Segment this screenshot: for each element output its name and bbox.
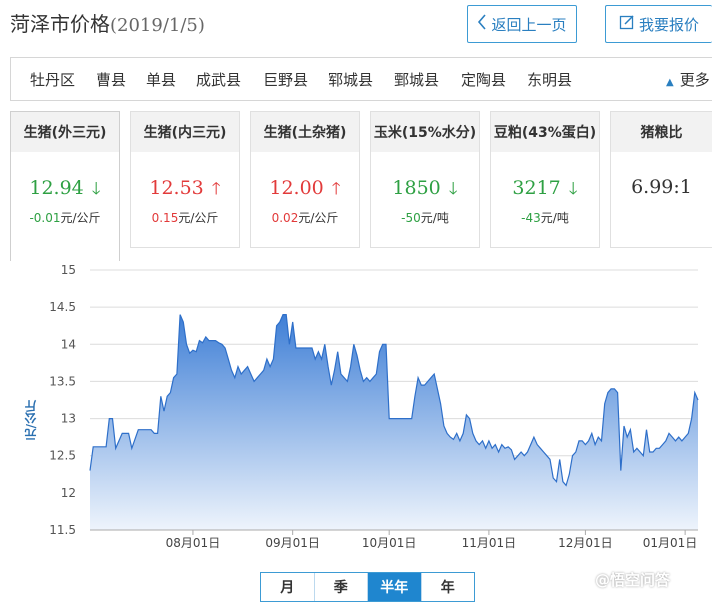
- card-title: 豆粕(43%蛋白): [491, 112, 599, 152]
- card-value: 3217 🡓: [491, 176, 599, 205]
- card-title: 生猪(内三元): [131, 112, 239, 152]
- region-item[interactable]: 鄄城县: [394, 69, 439, 90]
- card-value: 12.00 🡑: [251, 176, 359, 205]
- y-tick-label: 12: [61, 486, 76, 500]
- edit-icon: [619, 14, 635, 34]
- x-tick-label: 08月01日: [166, 536, 221, 550]
- price-area-fill: [90, 314, 698, 530]
- card-title: 生猪(土杂猪): [251, 112, 359, 152]
- triangle-up-icon: ▲: [666, 77, 674, 88]
- card-unit: 元/吨: [420, 211, 449, 225]
- watermark: @悟空问答: [595, 571, 671, 589]
- card-unit: 元/吨: [540, 211, 569, 225]
- card-change-value: -50: [401, 211, 421, 225]
- x-tick-label: 09月01日: [265, 536, 320, 550]
- card-title: 玉米(15%水分): [371, 112, 479, 152]
- page-title: 菏泽市价格(2019/1/5): [10, 8, 205, 37]
- price-card[interactable]: 玉米(15%水分) 1850 🡓 -50元/吨: [370, 111, 480, 248]
- card-value: 6.99:1: [611, 176, 712, 198]
- card-change: 0.02元/公斤: [251, 209, 359, 226]
- card-title: 猪粮比: [611, 112, 712, 152]
- tab-month[interactable]: 月: [261, 573, 315, 601]
- arrow-up-icon: 🡑: [331, 179, 341, 199]
- more-regions-button[interactable]: ▲ 更多: [666, 69, 710, 90]
- price-chart: 15 14.5 14 13.5 13 12.5 12 11.5 08月01日 09月01日 10月0…: [10, 261, 712, 605]
- report-button-label: 我要报价: [638, 15, 699, 34]
- x-tick-label: 01月01日: [643, 536, 698, 550]
- card-change: -50元/吨: [371, 209, 479, 226]
- y-tick-label: 13.5: [49, 374, 76, 388]
- region-item[interactable]: 曹县: [96, 69, 126, 90]
- city-title: 菏泽市价格: [10, 12, 110, 36]
- card-change-value: -43: [521, 211, 541, 225]
- x-tick-label: 12月01日: [558, 536, 613, 550]
- card-unit: 元/公斤: [60, 211, 101, 225]
- more-label: 更多: [679, 71, 710, 89]
- card-value-text: 12.53: [149, 177, 204, 199]
- region-item[interactable]: 定陶县: [461, 69, 506, 90]
- tab-quarter[interactable]: 季: [315, 573, 368, 601]
- price-card[interactable]: 猪粮比 6.99:1: [610, 111, 712, 248]
- card-value-text: 12.94: [29, 177, 84, 199]
- price-date: (2019/1/5): [110, 15, 205, 36]
- arrow-down-icon: 🡓: [568, 179, 578, 199]
- card-change-value: -0.01: [29, 211, 61, 225]
- arrow-up-icon: 🡑: [211, 179, 221, 199]
- card-value: 1850 🡓: [371, 176, 479, 205]
- y-tick-label: 12.5: [49, 449, 76, 463]
- card-unit: 元/公斤: [298, 211, 339, 225]
- y-tick-label: 13: [61, 412, 76, 426]
- card-change: 0.15元/公斤: [131, 209, 239, 226]
- price-card[interactable]: 生猪(土杂猪) 12.00 🡑 0.02元/公斤: [250, 111, 360, 248]
- chevron-left-icon: [477, 14, 487, 34]
- card-value: 12.94 🡓: [11, 176, 119, 205]
- region-item[interactable]: 牡丹区: [30, 69, 75, 90]
- y-tick-label: 15: [61, 263, 76, 277]
- arrow-down-icon: 🡓: [448, 179, 458, 199]
- card-value-text: 12.00: [269, 177, 324, 199]
- region-item[interactable]: 成武县: [196, 69, 241, 90]
- price-card[interactable]: 生猪(内三元) 12.53 🡑 0.15元/公斤: [130, 111, 240, 248]
- card-value-text: 3217: [512, 177, 561, 199]
- card-change: -43元/吨: [491, 209, 599, 226]
- card-value: 12.53 🡑: [131, 176, 239, 205]
- x-tick-label: 11月01日: [462, 536, 517, 550]
- y-tick-label: 14: [61, 337, 76, 351]
- x-tick-label: 10月01日: [362, 536, 417, 550]
- price-chart-svg: 15 14.5 14 13.5 13 12.5 12 11.5 08月01日 09月01日 10月0…: [49, 263, 699, 550]
- card-unit: 元/公斤: [178, 211, 219, 225]
- back-button-label: 返回上一页: [491, 15, 567, 34]
- y-tick-label: 11.5: [49, 523, 76, 537]
- card-change: -0.01元/公斤: [11, 209, 119, 226]
- card-title: 生猪(外三元): [11, 112, 119, 152]
- card-value-text: 1850: [392, 177, 441, 199]
- region-item[interactable]: 单县: [146, 69, 176, 90]
- report-price-button[interactable]: 我要报价: [605, 5, 712, 43]
- tab-year[interactable]: 年: [422, 573, 475, 601]
- page-header: 菏泽市价格(2019/1/5) 返回上一页 我要报价: [0, 0, 712, 52]
- card-value-text: 6.99:1: [631, 176, 692, 198]
- y-tick-label: 14.5: [49, 300, 76, 314]
- region-item[interactable]: 东明县: [527, 69, 572, 90]
- back-button[interactable]: 返回上一页: [467, 5, 577, 43]
- card-change-value: 0.02: [271, 211, 299, 225]
- card-change-value: 0.15: [151, 211, 179, 225]
- region-item[interactable]: 郓城县: [328, 69, 373, 90]
- region-item[interactable]: 巨野县: [263, 69, 308, 90]
- arrow-down-icon: 🡓: [91, 179, 101, 199]
- price-card[interactable]: 豆粕(43%蛋白) 3217 🡓 -43元/吨: [490, 111, 600, 248]
- period-tabs: 月 季 半年 年: [260, 572, 475, 602]
- tab-half-year[interactable]: 半年: [368, 573, 422, 601]
- price-card[interactable]: 生猪(外三元) 12.94 🡓 -0.01元/公斤: [10, 111, 120, 261]
- region-nav: 牡丹区 曹县 单县 成武县 巨野县 郓城县 鄄城县 定陶县 东明县 ▲ 更多: [10, 57, 712, 101]
